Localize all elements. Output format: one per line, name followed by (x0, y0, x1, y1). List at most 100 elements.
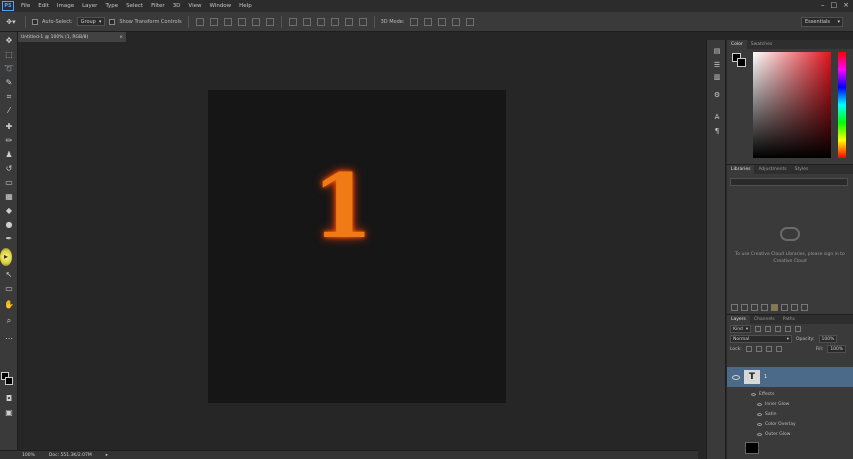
document-canvas[interactable]: 1 (208, 90, 506, 403)
lock-position-icon[interactable] (765, 346, 772, 352)
menu-image[interactable]: Image (53, 3, 78, 9)
auto-select-checkbox[interactable] (32, 18, 38, 25)
menu-type[interactable]: Type (101, 3, 122, 9)
trash-icon[interactable] (801, 304, 808, 311)
blend-mode-dropdown[interactable]: Normal ▾ (730, 335, 792, 343)
brush-tool-icon[interactable]: ✏ (3, 136, 15, 146)
filter-adjustment-icon[interactable] (765, 326, 772, 332)
tab-styles[interactable]: Styles (791, 167, 813, 172)
document-size[interactable]: Doc: 551.3K/2.07M (49, 453, 92, 458)
marquee-tool-icon[interactable]: ⬚ (3, 50, 15, 60)
hand-tool-icon[interactable]: ✋ (3, 300, 15, 310)
tab-paths[interactable]: Paths (779, 317, 799, 322)
3d-slide-icon[interactable] (451, 17, 460, 26)
lock-transparency-icon[interactable] (745, 346, 752, 352)
background-color-swatch[interactable] (5, 377, 13, 385)
close-icon[interactable]: × (119, 35, 123, 40)
shape-tool-icon[interactable]: ▭ (3, 284, 15, 294)
add-fill-color-icon[interactable] (761, 304, 768, 311)
add-text-icon[interactable] (741, 304, 748, 311)
background-color-swatch[interactable] (737, 58, 746, 67)
distribute-right-icon[interactable] (358, 17, 367, 26)
add-layer-style-icon[interactable] (751, 304, 758, 311)
distribute-top-icon[interactable] (288, 17, 297, 26)
effect-outer-glow[interactable]: Outer Glow (757, 432, 790, 437)
eraser-tool-icon[interactable]: ▭ (3, 178, 15, 188)
align-vcenter-icon[interactable] (209, 17, 218, 26)
properties-icon[interactable]: ☰ (711, 60, 723, 70)
chevron-right-icon[interactable]: ▸ (106, 453, 108, 458)
close-icon[interactable]: × (843, 1, 849, 9)
fill-field[interactable]: 100% (827, 345, 847, 353)
background-layer-thumbnail[interactable] (745, 442, 759, 454)
sync-icon[interactable] (791, 304, 798, 311)
visibility-eye-icon[interactable] (751, 393, 756, 396)
effect-satin[interactable]: Satin (757, 412, 776, 417)
tab-adjustments[interactable]: Adjustments (754, 167, 790, 172)
canvas-area[interactable]: 1 (18, 42, 698, 450)
opacity-field[interactable]: 100% (818, 335, 838, 343)
3d-drag-icon[interactable] (437, 17, 446, 26)
zoom-tool-icon[interactable]: ⌕ (3, 316, 15, 326)
layer-row-text[interactable]: T 1 (727, 367, 853, 387)
history-icon[interactable]: ▤ (711, 46, 723, 56)
eyedropper-tool-icon[interactable]: ⁄ (3, 106, 15, 116)
menu-3d[interactable]: 3D (169, 3, 185, 9)
kind-dropdown[interactable]: Kind ▾ (730, 325, 752, 333)
distribute-hcenter-icon[interactable] (344, 17, 353, 26)
3d-roll-icon[interactable] (423, 17, 432, 26)
3d-scale-icon[interactable] (465, 17, 474, 26)
hue-slider[interactable] (838, 52, 846, 158)
add-color-icon[interactable] (771, 304, 778, 311)
minimize-icon[interactable]: – (821, 1, 825, 9)
lasso-tool-icon[interactable]: ➰ (3, 64, 15, 74)
align-top-icon[interactable] (195, 17, 204, 26)
stock-icon[interactable] (781, 304, 788, 311)
add-graphic-icon[interactable] (731, 304, 738, 311)
workspace-dropdown[interactable]: Essentials ▾ (801, 17, 843, 27)
transform-controls-checkbox[interactable] (109, 18, 116, 25)
type-tool-icon[interactable]: ▸ (0, 248, 12, 266)
filter-smart-object-icon[interactable] (795, 326, 802, 332)
distribute-bottom-icon[interactable] (316, 17, 325, 26)
menu-help[interactable]: Help (235, 3, 256, 9)
pen-tool-icon[interactable]: ✒ (3, 234, 15, 244)
visibility-eye-icon[interactable] (757, 413, 762, 416)
crop-tool-icon[interactable]: ⌗ (3, 92, 15, 102)
text-layer-glyph[interactable]: 1 (312, 162, 373, 250)
color-field[interactable] (753, 52, 831, 158)
align-right-icon[interactable] (265, 17, 274, 26)
clone-stamp-tool-icon[interactable]: ♟ (3, 150, 15, 160)
align-bottom-icon[interactable] (223, 17, 232, 26)
library-dropdown[interactable] (730, 178, 848, 186)
brush-settings-icon[interactable]: ⚙ (711, 90, 723, 100)
visibility-eye-icon[interactable] (757, 403, 762, 406)
more-tools-icon[interactable]: … (3, 332, 15, 342)
tab-libraries[interactable]: Libraries (727, 165, 755, 174)
menu-view[interactable]: View (184, 3, 205, 9)
filter-shape-icon[interactable] (785, 326, 792, 332)
tab-color[interactable]: Color (727, 40, 747, 49)
move-tool-icon[interactable]: ✥▾ (3, 16, 19, 28)
menu-layer[interactable]: Layer (78, 3, 101, 9)
filter-pixel-icon[interactable] (755, 326, 762, 332)
move-tool-icon[interactable]: ✥ (3, 36, 15, 46)
visibility-eye-icon[interactable] (757, 423, 762, 426)
filter-type-icon[interactable] (775, 326, 782, 332)
align-left-icon[interactable] (237, 17, 246, 26)
dodge-tool-icon[interactable]: ● (3, 220, 15, 230)
path-select-tool-icon[interactable]: ↖ (3, 270, 15, 280)
tab-swatches[interactable]: Swatches (747, 42, 777, 47)
quick-mask-icon[interactable]: ◘ (3, 394, 15, 404)
tab-layers[interactable]: Layers (727, 315, 750, 324)
zoom-level[interactable]: 100% (22, 453, 35, 458)
effect-color-overlay[interactable]: Color Overlay (757, 422, 796, 427)
screen-mode-icon[interactable]: ▣ (3, 408, 15, 418)
distribute-left-icon[interactable] (330, 17, 339, 26)
paragraph-icon[interactable]: ¶ (711, 126, 723, 136)
menu-filter[interactable]: Filter (147, 3, 169, 9)
lock-all-icon[interactable] (775, 346, 782, 352)
character-icon[interactable]: A (711, 112, 723, 122)
align-hcenter-icon[interactable] (251, 17, 260, 26)
layer-name[interactable]: 1 (764, 374, 767, 380)
